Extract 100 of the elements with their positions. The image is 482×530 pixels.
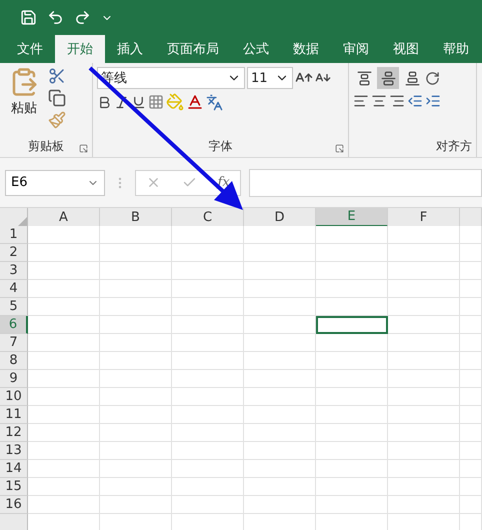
grid-cell[interactable]: [388, 442, 460, 460]
fill-color-icon[interactable]: [166, 93, 184, 111]
grid-cell[interactable]: [28, 370, 100, 388]
grid-cell[interactable]: [316, 424, 388, 442]
grid-cell[interactable]: [28, 244, 100, 262]
select-all-corner[interactable]: [0, 208, 28, 228]
row-header[interactable]: 10: [0, 388, 28, 406]
phonetic-guide-icon[interactable]: [206, 94, 223, 110]
grid-cell[interactable]: [100, 460, 172, 478]
grid-cell[interactable]: [100, 496, 172, 514]
grid-cell[interactable]: [460, 424, 482, 442]
row-header[interactable]: 12: [0, 424, 28, 442]
grid-cell[interactable]: [28, 352, 100, 370]
grid-cell[interactable]: [316, 406, 388, 424]
vertical-align-button[interactable]: [377, 67, 399, 89]
grid-cell[interactable]: [388, 352, 460, 370]
grid-cell[interactable]: [316, 334, 388, 352]
grid-cell[interactable]: [172, 388, 244, 406]
grid-cell[interactable]: [100, 478, 172, 496]
grid-cell[interactable]: [388, 262, 460, 280]
grid-cell[interactable]: [100, 316, 172, 334]
grid-cell[interactable]: [244, 298, 316, 316]
grid-cell[interactable]: [28, 496, 100, 514]
redo-icon[interactable]: [74, 9, 91, 26]
font-size-field[interactable]: 11: [247, 67, 293, 89]
grid-cell[interactable]: [172, 316, 244, 334]
align-left-icon[interactable]: [353, 93, 369, 109]
grid-cell[interactable]: [244, 262, 316, 280]
grid-cell[interactable]: [388, 388, 460, 406]
grid-cell[interactable]: [388, 334, 460, 352]
grid-cell[interactable]: [100, 226, 172, 244]
copy-icon[interactable]: [48, 89, 66, 107]
grid-cell[interactable]: [316, 262, 388, 280]
grid-cell[interactable]: [172, 298, 244, 316]
grid-cell[interactable]: [28, 298, 100, 316]
column-header[interactable]: A: [28, 208, 100, 227]
grid-cell[interactable]: [28, 280, 100, 298]
grid-cell[interactable]: [460, 334, 482, 352]
grid-cell[interactable]: [244, 424, 316, 442]
row-header[interactable]: 11: [0, 406, 28, 424]
grid-cell[interactable]: [100, 280, 172, 298]
grid-cell[interactable]: [244, 460, 316, 478]
grid-cell[interactable]: [244, 244, 316, 262]
ribbon-tab[interactable]: 插入: [105, 35, 155, 63]
column-header[interactable]: B: [100, 208, 172, 227]
row-header[interactable]: [0, 514, 28, 530]
grid-cell[interactable]: [460, 460, 482, 478]
orientation-icon[interactable]: [425, 70, 440, 86]
grid-cell[interactable]: [100, 370, 172, 388]
increase-indent-icon[interactable]: [425, 93, 441, 109]
grid-cell[interactable]: [316, 226, 388, 244]
grid-cell[interactable]: [244, 388, 316, 406]
row-header[interactable]: 3: [0, 262, 28, 280]
paste-button[interactable]: 粘贴: [4, 67, 44, 137]
dialog-launcher-icon[interactable]: [335, 144, 344, 153]
grid-cell[interactable]: [388, 280, 460, 298]
grid-cell[interactable]: [172, 442, 244, 460]
grid-cell[interactable]: [244, 442, 316, 460]
row-header[interactable]: 15: [0, 478, 28, 496]
grid-cell[interactable]: [172, 280, 244, 298]
grid-cell[interactable]: [460, 496, 482, 514]
ribbon-tab[interactable]: 页面布局: [155, 35, 231, 63]
selected-cell[interactable]: [316, 316, 388, 334]
grid-cell[interactable]: [244, 316, 316, 334]
grid-cell[interactable]: [100, 262, 172, 280]
grid-cell[interactable]: [172, 352, 244, 370]
cut-icon[interactable]: [48, 67, 66, 85]
grid-cell[interactable]: [244, 406, 316, 424]
column-header[interactable]: E: [316, 208, 388, 227]
grid-cell[interactable]: [28, 406, 100, 424]
row-header[interactable]: 6: [0, 316, 28, 334]
grid-cell[interactable]: [316, 298, 388, 316]
grid-cell[interactable]: [388, 496, 460, 514]
row-header[interactable]: 7: [0, 334, 28, 352]
grid-cell[interactable]: [460, 442, 482, 460]
grid-cell[interactable]: [244, 370, 316, 388]
grid-cell[interactable]: [100, 424, 172, 442]
grid-cell[interactable]: [28, 460, 100, 478]
column-header[interactable]: C: [172, 208, 244, 227]
grid-cell[interactable]: [388, 226, 460, 244]
grid-cell[interactable]: [172, 478, 244, 496]
row-header[interactable]: 13: [0, 442, 28, 460]
ribbon-tab[interactable]: 帮助: [431, 35, 481, 63]
grid-cell[interactable]: [172, 262, 244, 280]
row-header[interactable]: 4: [0, 280, 28, 298]
decrease-indent-icon[interactable]: [407, 93, 423, 109]
grid-cell[interactable]: [244, 352, 316, 370]
grid-cell[interactable]: [316, 244, 388, 262]
row-header[interactable]: 8: [0, 352, 28, 370]
grid-cell[interactable]: [388, 298, 460, 316]
grid-cell[interactable]: [28, 442, 100, 460]
grid-cell[interactable]: [460, 262, 482, 280]
align-right-icon[interactable]: [389, 93, 405, 109]
bold-icon[interactable]: [97, 94, 112, 110]
grid-cell[interactable]: [460, 244, 482, 262]
grid-cell[interactable]: [460, 352, 482, 370]
grid-cell[interactable]: [460, 280, 482, 298]
grid-cell[interactable]: [316, 442, 388, 460]
row-header[interactable]: 16: [0, 496, 28, 514]
grid-cell[interactable]: [172, 334, 244, 352]
